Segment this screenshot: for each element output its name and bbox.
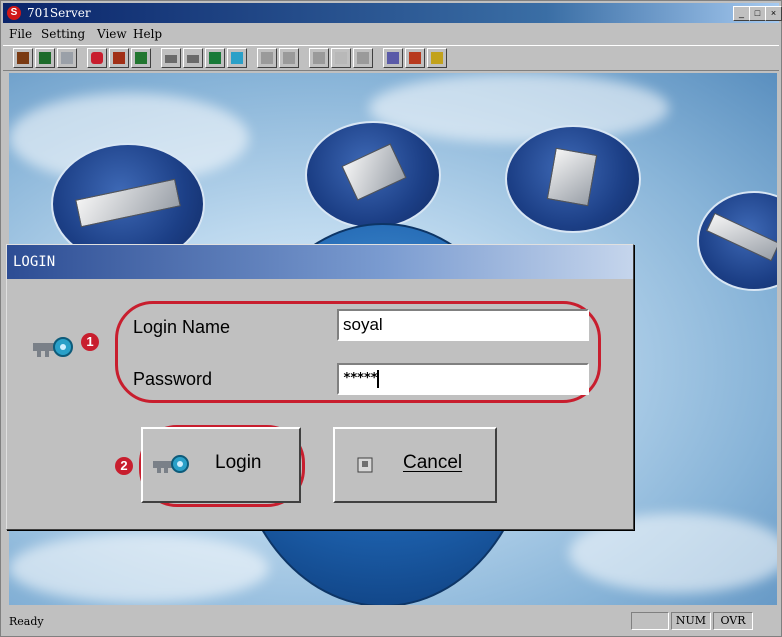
menu-view[interactable]: View <box>97 27 127 41</box>
login-name-label: Login Name <box>133 317 231 337</box>
help-icon[interactable] <box>427 48 447 68</box>
print-icon[interactable] <box>309 48 329 68</box>
heart-icon[interactable] <box>87 48 107 68</box>
login-button-label: Login <box>215 452 262 473</box>
chart-icon[interactable] <box>131 48 151 68</box>
login-dialog: LOGIN 1 Login Name soyal Password ***** … <box>6 244 634 530</box>
window-title: 701Server <box>27 6 91 20</box>
cancel-icon <box>357 457 373 473</box>
menu-file[interactable]: File <box>9 27 32 41</box>
cancel-button-label: Cancel <box>403 452 463 473</box>
check-icon[interactable] <box>331 48 351 68</box>
status-text: Ready <box>9 615 44 628</box>
card-icon[interactable] <box>161 48 181 68</box>
menu-bar: File Setting View Help <box>3 25 779 43</box>
annotation-badge-2: 2 <box>115 457 133 475</box>
key-icon <box>33 337 73 357</box>
undo-icon[interactable] <box>383 48 403 68</box>
menu-setting[interactable]: Setting <box>41 27 85 41</box>
cloud <box>9 533 269 603</box>
list-icon[interactable] <box>279 48 299 68</box>
status-bar: Ready NUM OVR <box>3 609 779 633</box>
reader-device-image <box>341 143 407 201</box>
cancel-button[interactable]: Cancel <box>333 427 497 503</box>
login-button[interactable]: Login <box>141 427 301 503</box>
device-disc <box>505 125 641 233</box>
annotation-badge-1: 1 <box>81 333 99 351</box>
password-input[interactable]: ***** <box>337 363 589 395</box>
grid-icon[interactable] <box>57 48 77 68</box>
menu-help[interactable]: Help <box>133 27 162 41</box>
screen-icon[interactable] <box>227 48 247 68</box>
app-icon: S <box>7 6 21 20</box>
door-icon[interactable] <box>183 48 203 68</box>
toolbar <box>3 45 779 71</box>
close-button[interactable]: × <box>765 6 782 21</box>
status-num: NUM <box>671 612 711 630</box>
edit-icon[interactable] <box>405 48 425 68</box>
copy-icon[interactable] <box>257 48 277 68</box>
monitor-icon[interactable] <box>205 48 225 68</box>
users-icon[interactable] <box>35 48 55 68</box>
login-name-input[interactable]: soyal <box>337 309 589 341</box>
maximize-button[interactable]: □ <box>749 6 766 21</box>
keypad-device-image <box>546 147 598 207</box>
title-bar[interactable]: S 701Server _ □ × <box>3 3 782 23</box>
map-icon[interactable] <box>13 48 33 68</box>
dialog-title-bar[interactable]: LOGIN <box>7 245 633 279</box>
login-name-value: soyal <box>343 315 383 334</box>
controller-device-image <box>75 178 181 228</box>
status-ovr: OVR <box>713 612 753 630</box>
save-icon[interactable] <box>353 48 373 68</box>
dialog-title: LOGIN <box>13 254 56 270</box>
key-icon <box>153 455 189 473</box>
device-disc <box>697 191 777 291</box>
minimize-button[interactable]: _ <box>733 6 750 21</box>
password-label: Password <box>133 369 213 389</box>
text-caret <box>377 369 380 388</box>
password-value: ***** <box>343 371 378 386</box>
device-disc <box>305 121 441 229</box>
cable-device-image <box>706 212 777 262</box>
people-icon[interactable] <box>109 48 129 68</box>
status-panel-empty <box>631 612 669 630</box>
